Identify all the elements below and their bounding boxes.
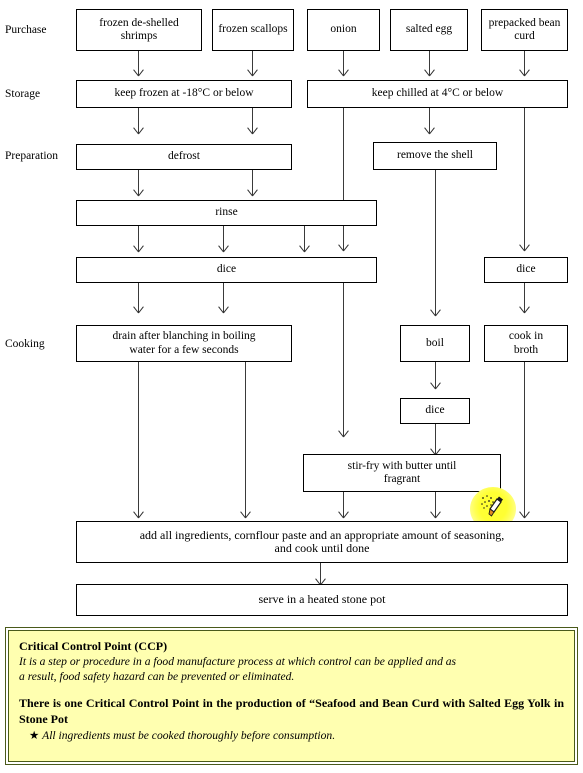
- node-keep-chilled[interactable]: keep chilled at 4°C or below: [307, 80, 568, 108]
- arrow-head-stirfry-to-final-b: [431, 510, 440, 519]
- node-keep-frozen[interactable]: keep frozen at -18°C or below: [76, 80, 292, 108]
- node-prepacked-bean-curd[interactable]: prepacked bean curd: [481, 9, 568, 51]
- note-statement: There is one Critical Control Point in t…: [19, 696, 564, 726]
- node-dice-salted-egg[interactable]: dice: [400, 398, 470, 424]
- node-serve-in-stone-pot[interactable]: serve in a heated stone pot: [76, 584, 568, 616]
- node-keep-chilled-label: keep chilled at 4°C or below: [371, 87, 504, 100]
- arrow-head-cook-broth-to-final: [520, 510, 529, 519]
- add-all-line-1: add all ingredients, cornflour paste and…: [139, 527, 505, 542]
- thermometer-probe-icon: [481, 495, 503, 517]
- arrow-head-blanch-to-final-b: [241, 510, 250, 519]
- node-drain-after-blanching-label: drain after blanching in boiling water f…: [112, 330, 255, 357]
- stage-label-purchase: Purchase: [5, 24, 47, 36]
- drain-line-1: drain after blanching in boiling: [112, 330, 256, 342]
- node-rinse-label: rinse: [215, 206, 238, 219]
- node-dice-seafood[interactable]: dice: [76, 257, 377, 283]
- node-add-all-ingredients[interactable]: add all ingredients, cornflour paste and…: [76, 521, 568, 563]
- connector-remove-shell-to-boil: [435, 170, 436, 315]
- node-serve-in-stone-pot-label: serve in a heated stone pot: [258, 592, 386, 607]
- node-boil-label: boil: [426, 336, 444, 349]
- node-defrost[interactable]: defrost: [76, 144, 292, 170]
- node-frozen-shrimps[interactable]: frozen de-shelled shrimps: [76, 9, 202, 51]
- arrow-head-salted-egg-to-chilled: [425, 68, 434, 77]
- arrow-head-blanch-to-final-a: [134, 510, 143, 519]
- note-definition-line-1: It is a step or procedure in a food manu…: [19, 655, 457, 668]
- node-dice-bean-curd-label: dice: [516, 263, 536, 276]
- node-dice-bean-curd[interactable]: dice: [484, 257, 568, 283]
- node-cook-in-broth[interactable]: cook in broth: [484, 325, 568, 362]
- arrow-head-onion-to-chilled: [339, 68, 348, 77]
- connector-onion-long-down: [343, 108, 344, 250]
- node-remove-the-shell[interactable]: remove the shell: [373, 142, 497, 170]
- arrow-head-defrost-to-rinse-b: [248, 188, 257, 197]
- arrow-head-dice-to-blanch-b: [219, 305, 228, 314]
- node-frozen-scallops-label: frozen scallops: [218, 23, 288, 36]
- arrow-head-chilled-to-remove-shell: [425, 126, 434, 135]
- connector-blanch-to-final-a: [138, 362, 139, 517]
- node-stir-fry-label: stir-fry with butter until fragrant: [348, 460, 457, 487]
- connector-cook-broth-to-final: [524, 362, 525, 517]
- arrow-head-bean-curd-to-chilled: [520, 68, 529, 77]
- stage-label-cooking: Cooking: [5, 338, 45, 350]
- arrow-head-rinse-to-dice-c: [300, 244, 309, 253]
- connector-blanch-to-final-b: [245, 362, 246, 517]
- arrow-head-shrimps-to-frozen: [134, 68, 143, 77]
- star-icon: ★: [29, 729, 40, 742]
- arrow-head-frozen-to-defrost-a: [134, 126, 143, 135]
- stage-label-preparation: Preparation: [5, 150, 59, 162]
- node-frozen-shrimps-label: frozen de-shelled shrimps: [99, 16, 179, 43]
- note-bullet-item: ★ All ingredients must be cooked thoroug…: [19, 728, 564, 743]
- add-all-line-2: and cook until done: [274, 541, 370, 555]
- node-onion[interactable]: onion: [307, 9, 380, 51]
- node-prepacked-bean-curd-label: prepacked bean curd: [488, 16, 561, 43]
- stirfry-line-2: fragrant: [383, 473, 421, 485]
- node-remove-the-shell-label: remove the shell: [396, 149, 473, 162]
- node-frozen-scallops[interactable]: frozen scallops: [212, 9, 294, 51]
- arrow-head-bean-curd-long-down: [520, 243, 529, 252]
- arrow-head-dice-to-blanch-a: [134, 305, 143, 314]
- node-keep-frozen-label: keep frozen at -18°C or below: [114, 87, 254, 100]
- arrow-head-rinse-to-dice-a: [134, 244, 143, 253]
- node-boil[interactable]: boil: [400, 325, 470, 362]
- node-onion-label: onion: [330, 23, 357, 36]
- cook-broth-line-2: broth: [513, 343, 539, 356]
- arrow-head-scallops-to-frozen: [248, 68, 257, 77]
- arrow-head-boil-to-dice-egg: [431, 381, 440, 390]
- node-defrost-label: defrost: [168, 150, 200, 163]
- node-rinse[interactable]: rinse: [76, 200, 377, 226]
- node-drain-after-blanching[interactable]: drain after blanching in boiling water f…: [76, 325, 292, 362]
- note-definition-line-2: a result, food safety hazard can be prev…: [19, 670, 295, 683]
- arrow-head-defrost-to-rinse-a: [134, 188, 143, 197]
- arrow-head-dice-to-cook-broth: [520, 305, 529, 314]
- arrow-head-stirfry-to-final-a: [339, 510, 348, 519]
- arrow-head-rinse-to-dice-b: [219, 244, 228, 253]
- cook-broth-line-1: cook in: [508, 330, 544, 342]
- node-dice-seafood-label: dice: [216, 263, 237, 276]
- arrow-head-remove-shell-to-boil: [431, 308, 440, 317]
- node-salted-egg[interactable]: salted egg: [390, 9, 468, 51]
- node-cook-in-broth-label: cook in broth: [509, 330, 543, 357]
- node-salted-egg-label: salted egg: [405, 23, 453, 36]
- flowchart-canvas: Purchase Storage Preparation Cooking fro…: [0, 0, 583, 773]
- ccp-note-box: Critical Control Point (CCP) It is a ste…: [5, 627, 578, 765]
- note-heading: Critical Control Point (CCP): [19, 639, 168, 653]
- stirfry-line-1: stir-fry with butter until: [347, 459, 457, 472]
- node-dice-salted-egg-label: dice: [425, 404, 445, 417]
- note-bullet-text: All ingredients must be cooked thoroughl…: [42, 729, 336, 742]
- stage-label-storage: Storage: [5, 88, 41, 100]
- connector-onion-to-stirfry: [343, 283, 344, 436]
- arrow-head-onion-to-stirfry: [339, 429, 348, 438]
- node-add-all-ingredients-label: add all ingredients, cornflour paste and…: [139, 527, 505, 556]
- drain-line-2: water for a few seconds: [129, 343, 239, 356]
- arrow-head-frozen-to-defrost-b: [248, 126, 257, 135]
- arrow-head-onion-long-down: [339, 243, 348, 252]
- note-spacer: [19, 684, 564, 695]
- connector-bean-curd-long-down: [524, 108, 525, 250]
